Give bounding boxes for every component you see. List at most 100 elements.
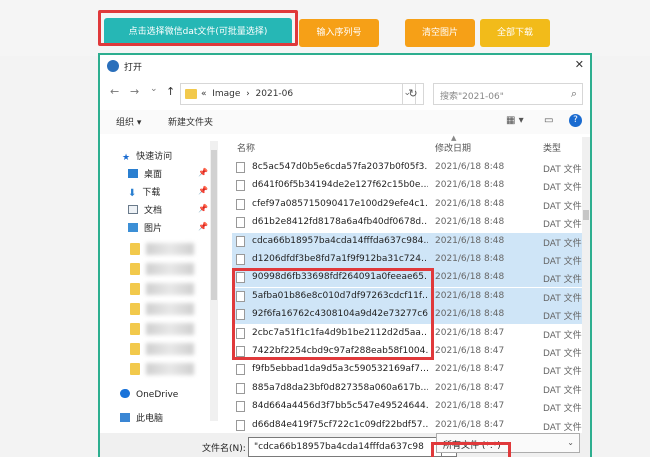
address-prefix: « <box>201 89 207 99</box>
blurred-folder-name <box>146 303 194 315</box>
file-row[interactable]: 84d664a4456d3f7bb5c547e49524644… 2021/6/1… <box>232 398 582 416</box>
folder-icon[interactable] <box>130 363 140 375</box>
file-icon <box>236 180 245 192</box>
filename-label: 文件名(N): <box>202 444 246 454</box>
blurred-folder-name <box>146 263 194 275</box>
document-icon <box>128 205 138 214</box>
select-button-highlight <box>98 10 298 46</box>
file-type: DAT 文件 <box>543 422 582 433</box>
breadcrumb-2021-06[interactable]: 2021-06 <box>256 89 294 99</box>
file-row[interactable]: cdca66b18957ba4cda14fffda637c984… 2021/6/… <box>232 232 582 251</box>
up-arrow-icon[interactable]: ↑ <box>166 85 175 98</box>
file-date: 2021/6/18 8:47 <box>435 346 505 356</box>
file-list-scroll-thumb[interactable] <box>583 210 589 220</box>
address-path: « Image › 2021-06 <box>201 89 293 99</box>
star-icon: ★ <box>122 153 131 163</box>
blurred-folder-name <box>146 323 194 335</box>
pin-icon: 📌 <box>198 168 208 177</box>
pin-icon: 📌 <box>198 186 208 195</box>
sidebar-label: 快速访问 <box>136 152 173 162</box>
sidebar-item-desktop[interactable]: 桌面 <box>128 167 162 180</box>
file-icon <box>236 364 245 376</box>
file-row[interactable]: d1206dfdf3be8fd7a1f9f912ba31c724… 2021/6/… <box>232 251 582 269</box>
file-row[interactable]: d61b2e8412fd8178a6a4fb40df0678d… 2021/6/1… <box>232 214 582 232</box>
folder-icon[interactable] <box>130 283 140 295</box>
file-icon <box>236 198 245 210</box>
sidebar-scroll-thumb[interactable] <box>211 150 217 300</box>
file-date: 2021/6/18 8:48 <box>435 217 505 228</box>
file-row[interactable]: f9fb5ebbad1da9d5a3c590532169af7… 2021/6/1… <box>232 361 582 379</box>
file-icon <box>236 235 245 247</box>
folder-icon[interactable] <box>130 303 140 315</box>
sidebar-item-downloads[interactable]: ⬇ 下载 <box>128 185 160 199</box>
file-name: 84d664a4456d3f7bb5c547e49524644… <box>252 401 428 412</box>
folder-icon[interactable] <box>130 323 140 335</box>
file-type: DAT 文件 <box>543 330 582 341</box>
close-icon[interactable]: ✕ <box>575 58 584 71</box>
column-type[interactable]: 类型 <box>543 141 561 154</box>
new-folder-button[interactable]: 新建文件夹 <box>168 115 213 128</box>
sidebar-item-onedrive[interactable]: OneDrive <box>120 389 178 400</box>
refresh-icon[interactable]: ↻ <box>402 83 424 105</box>
file-name: f9fb5ebbad1da9d5a3c590532169af7… <box>252 364 428 375</box>
file-date: 2021/6/18 8:48 <box>435 309 505 320</box>
forward-arrow-icon[interactable]: → <box>130 85 139 98</box>
help-icon[interactable]: ? <box>569 114 582 127</box>
address-bar[interactable]: « Image › 2021-06 ⌄ <box>180 83 416 105</box>
file-icon <box>236 382 245 394</box>
download-icon: ⬇ <box>128 188 137 199</box>
open-file-dialog: 打开 ✕ ← → ⌄ ↑ « Image › 2021-06 ⌄ ↻ 搜索"20… <box>98 53 592 457</box>
computer-icon <box>120 413 130 422</box>
file-row[interactable]: 885a7d8da23bf0d827358a060a617b… 2021/6/18… <box>232 380 582 398</box>
file-row[interactable]: cfef97a085715090417e100d29efe4c1.… 2021/6… <box>232 196 582 214</box>
file-date: 2021/6/18 8:48 <box>435 272 505 283</box>
sidebar-label: 图片 <box>144 224 163 234</box>
folder-icon[interactable] <box>130 343 140 355</box>
search-icon: ⌕ <box>570 87 577 100</box>
file-type: DAT 文件 <box>543 367 582 378</box>
sidebar-item-documents[interactable]: 文档 <box>128 203 162 216</box>
file-type: DAT 文件 <box>543 257 582 267</box>
file-icon <box>236 254 245 265</box>
file-type: DAT 文件 <box>543 220 582 231</box>
sidebar-item-pictures[interactable]: 图片 <box>128 221 162 234</box>
file-date: 2021/6/18 8:48 <box>435 254 505 264</box>
file-type: DAT 文件 <box>543 275 582 286</box>
file-icon <box>236 162 245 173</box>
clear-images-button[interactable]: 清空图片 <box>405 19 475 47</box>
web-page-header: 点击选择微信dat文件(可批量选择) 输入序列号 清空图片 全部下载 <box>0 0 650 56</box>
file-row[interactable]: d66d84e419f75cf722c1c09df22bdf57… 2021/6/… <box>232 417 582 435</box>
filename-input[interactable]: "cdca66b18957ba4cda14fffda637c98 <box>248 437 442 457</box>
blurred-folder-name <box>146 363 194 375</box>
file-row[interactable]: d641f06f5b34194de2e127f62c15b0e… 2021/6/1… <box>232 177 582 195</box>
file-date: 2021/6/18 8:47 <box>435 382 505 393</box>
sidebar-item-quick-access[interactable]: ★ 快速访问 <box>122 149 173 163</box>
sidebar-item-this-pc[interactable]: 此电脑 <box>120 411 163 424</box>
organize-menu[interactable]: 组织 ▾ <box>116 115 141 128</box>
file-row[interactable]: 8c5ac547d0b5e6cda57fa2037b0f05f3.… 2021/6… <box>232 159 582 177</box>
enter-serial-button[interactable]: 输入序列号 <box>299 19 379 47</box>
file-date: 2021/6/18 8:48 <box>435 198 505 209</box>
file-list-header: 名称 ▲ 修改日期 类型 <box>225 134 581 157</box>
search-input[interactable]: 搜索"2021-06" ⌕ <box>433 83 583 105</box>
file-icon <box>236 419 245 431</box>
folder-icon[interactable] <box>130 243 140 255</box>
view-options-icon[interactable]: ▦ ▾ <box>506 115 524 126</box>
file-name: d1206dfdf3be8fd7a1f9f912ba31c724… <box>252 254 428 264</box>
open-button-highlight[interactable] <box>431 442 511 457</box>
file-date: 2021/6/18 8:48 <box>435 180 505 191</box>
file-icon <box>236 401 245 413</box>
picture-icon <box>128 223 138 232</box>
back-arrow-icon[interactable]: ← <box>110 85 119 98</box>
dialog-title: 打开 <box>124 63 143 73</box>
file-list-scrollbar[interactable] <box>582 137 590 433</box>
file-name: cfef97a085715090417e100d29efe4c1.… <box>252 198 428 209</box>
column-name[interactable]: 名称 <box>237 141 255 154</box>
column-date[interactable]: 修改日期 <box>435 141 471 154</box>
recent-locations-icon[interactable]: ⌄ <box>150 84 158 94</box>
download-all-button[interactable]: 全部下载 <box>480 19 550 47</box>
breadcrumb-image[interactable]: Image <box>212 89 240 99</box>
file-name: 8c5ac547d0b5e6cda57fa2037b0f05f3.… <box>252 162 428 172</box>
folder-icon[interactable] <box>130 263 140 275</box>
preview-pane-icon[interactable]: ▭ <box>544 115 553 126</box>
